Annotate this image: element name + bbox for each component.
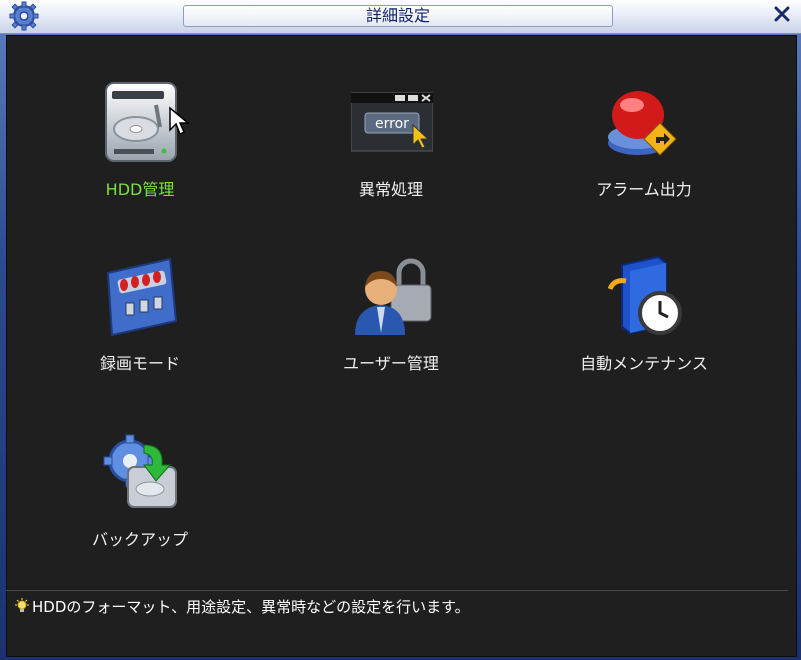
alarm-button-icon bbox=[608, 91, 677, 156]
menu-item-record-mode[interactable]: 録画モード bbox=[30, 255, 250, 395]
user-lock-icon bbox=[355, 258, 432, 335]
svg-text:error: error bbox=[375, 116, 409, 132]
menu-item-label: バックアップ bbox=[91, 530, 188, 549]
menu-item-alarm-output[interactable]: アラーム出力 bbox=[534, 81, 754, 221]
menu-item-label: 異常処理 bbox=[358, 180, 423, 199]
settings-panel: HDD管理 error 異常処理 アラーム出力 録画モード ユーザー管理 自動メ… bbox=[6, 35, 797, 657]
menu-item-label: 録画モード bbox=[99, 354, 180, 373]
menu-item-label: ユーザー管理 bbox=[343, 354, 439, 373]
status-hint: HDDのフォーマット、用途設定、異常時などの設定を行います。 bbox=[14, 596, 470, 617]
backup-disk-icon bbox=[103, 434, 177, 508]
menu-item-hdd-management[interactable]: HDD管理 bbox=[30, 81, 250, 221]
advanced-settings-window: 詳細設定 HDD管理 error 異常処理 アラーム出力 録画モード ユーザー管… bbox=[0, 0, 801, 660]
menu-item-backup[interactable]: バックアップ bbox=[30, 431, 250, 571]
menu-item-auto-maintenance[interactable]: 自動メンテナンス bbox=[534, 255, 754, 395]
mouse-cursor-icon bbox=[169, 106, 190, 136]
menu-item-user-management[interactable]: ユーザー管理 bbox=[281, 255, 501, 395]
close-icon[interactable] bbox=[773, 5, 791, 23]
title-bar: 詳細設定 bbox=[0, 0, 801, 34]
lightbulb-icon bbox=[15, 598, 29, 612]
record-panel-icon bbox=[106, 257, 178, 337]
status-hint-text: HDDのフォーマット、用途設定、異常時などの設定を行います。 bbox=[32, 598, 470, 616]
server-clock-icon bbox=[607, 255, 682, 335]
menu-item-label: HDD管理 bbox=[105, 180, 175, 199]
window-title: 詳細設定 bbox=[183, 5, 613, 27]
menu-item-exception-handling[interactable]: error 異常処理 bbox=[281, 81, 501, 221]
error-window-icon: error bbox=[351, 92, 433, 152]
gear-icon bbox=[9, 1, 39, 31]
menu-item-label: アラーム出力 bbox=[596, 180, 692, 199]
menu-item-label: 自動メンテナンス bbox=[580, 354, 708, 373]
status-divider bbox=[6, 590, 788, 591]
